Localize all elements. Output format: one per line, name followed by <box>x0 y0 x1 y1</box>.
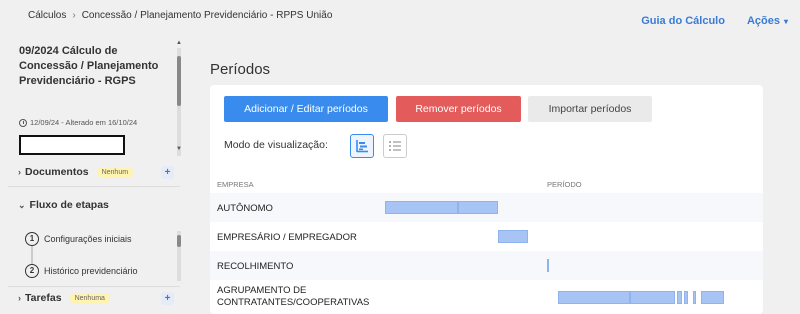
step-item-1[interactable]: 1 Configurações iniciais <box>25 232 132 246</box>
table-header: EMPRESA PERÍODO <box>210 177 763 193</box>
period-bar[interactable] <box>701 291 724 304</box>
timeline-icon <box>356 140 368 153</box>
step-label: Configurações iniciais <box>44 234 132 244</box>
step-item-2[interactable]: 2 Histórico previdenciário <box>25 264 138 278</box>
sidebar-item-tasks[interactable]: › Tarefas Nenhuma <box>18 292 110 304</box>
company-name: RECOLHIMENTO <box>217 261 294 272</box>
chevron-right-icon: › <box>18 167 21 177</box>
documents-label: Documentos <box>25 166 89 178</box>
breadcrumb-item-calculos[interactable]: Cálculos <box>28 10 66 21</box>
period-bar[interactable] <box>385 201 458 214</box>
list-icon <box>389 141 401 151</box>
top-bar: Cálculos › Concessão / Planejamento Prev… <box>0 0 800 36</box>
calc-dates: 12/09/24 - Alterado em 16/10/24 <box>30 118 138 127</box>
chevron-down-icon: ▾ <box>783 17 788 26</box>
step-number: 1 <box>25 232 39 246</box>
company-name: EMPRESÁRIO / EMPREGADOR <box>217 232 357 243</box>
import-periods-button[interactable]: Importar períodos <box>528 96 652 122</box>
breadcrumb-item-current: Concessão / Planejamento Previdenciário … <box>81 10 333 21</box>
timeline-view-button[interactable] <box>350 134 374 158</box>
list-view-button[interactable] <box>383 134 407 158</box>
summary-scrollbar-thumb[interactable] <box>177 56 181 106</box>
divider <box>8 286 180 287</box>
chevron-right-icon: › <box>18 293 21 303</box>
add-edit-periods-button[interactable]: Adicionar / Editar períodos <box>224 96 388 122</box>
breadcrumb-separator-icon: › <box>72 10 76 21</box>
calc-summary-card: 09/2024 Cálculo de Concessão / Planejame… <box>8 44 184 158</box>
add-document-button[interactable]: + <box>161 166 174 179</box>
redacted-box <box>19 135 125 155</box>
periods-card: Adicionar / Editar períodos Remover perí… <box>210 85 763 314</box>
add-task-button[interactable]: + <box>161 292 174 305</box>
step-label: Histórico previdenciário <box>44 266 138 276</box>
page-title: Períodos <box>210 61 271 78</box>
period-bar[interactable] <box>558 291 630 304</box>
table-row[interactable]: RECOLHIMENTO <box>210 251 763 280</box>
table-row[interactable]: AUTÔNOMO <box>210 193 763 222</box>
actions-menu-button[interactable]: Ações ▾ <box>747 15 788 27</box>
period-bar[interactable] <box>547 259 549 272</box>
step-connector <box>31 245 33 265</box>
steps-scrollbar-thumb[interactable] <box>177 235 181 247</box>
breadcrumb: Cálculos › Concessão / Planejamento Prev… <box>28 10 332 21</box>
table-row[interactable]: EMPRESÁRIO / EMPREGADOR <box>210 222 763 251</box>
period-bar[interactable] <box>693 291 696 304</box>
divider <box>8 186 180 187</box>
remove-periods-button[interactable]: Remover períodos <box>396 96 521 122</box>
sidebar-item-documents[interactable]: › Documentos Nenhum <box>18 166 134 178</box>
top-actions: Guia do Cálculo Ações ▾ <box>641 15 788 27</box>
clock-icon <box>19 118 27 127</box>
period-bar[interactable] <box>684 291 688 304</box>
chevron-down-icon: ⌄ <box>18 199 26 210</box>
summary-scrollbar[interactable] <box>177 48 181 156</box>
company-name: AGRUPAMENTO DE CONTRATANTES/COOPERATIVAS <box>217 285 370 308</box>
table-row[interactable]: AGRUPAMENTO DE CONTRATANTES/COOPERATIVAS <box>210 280 763 314</box>
calc-meta: 12/09/24 - Alterado em 16/10/24 <box>19 118 137 127</box>
view-mode-label: Modo de visualização: <box>224 139 328 151</box>
tasks-label: Tarefas <box>25 292 62 304</box>
scroll-up-icon[interactable]: ▲ <box>176 40 182 46</box>
scroll-down-icon[interactable]: ▼ <box>176 146 182 152</box>
steps-scrollbar[interactable] <box>177 231 181 281</box>
period-bar[interactable] <box>630 291 675 304</box>
column-header-period: PERÍODO <box>547 180 582 189</box>
flow-label: Fluxo de etapas <box>29 199 109 211</box>
documents-badge: Nenhum <box>96 166 134 178</box>
tasks-badge: Nenhuma <box>69 292 110 304</box>
period-bar[interactable] <box>677 291 682 304</box>
guide-button[interactable]: Guia do Cálculo <box>641 15 725 27</box>
period-bar[interactable] <box>458 201 498 214</box>
sidebar-item-flow[interactable]: ⌄ Fluxo de etapas <box>18 199 109 211</box>
actions-label: Ações <box>746 15 780 27</box>
company-name: AUTÔNOMO <box>217 203 273 214</box>
calc-title: 09/2024 Cálculo de Concessão / Planejame… <box>19 45 159 87</box>
column-header-company: EMPRESA <box>217 180 254 189</box>
sidebar: 09/2024 Cálculo de Concessão / Planejame… <box>0 36 187 314</box>
step-number: 2 <box>25 264 39 278</box>
period-bar[interactable] <box>498 230 528 243</box>
